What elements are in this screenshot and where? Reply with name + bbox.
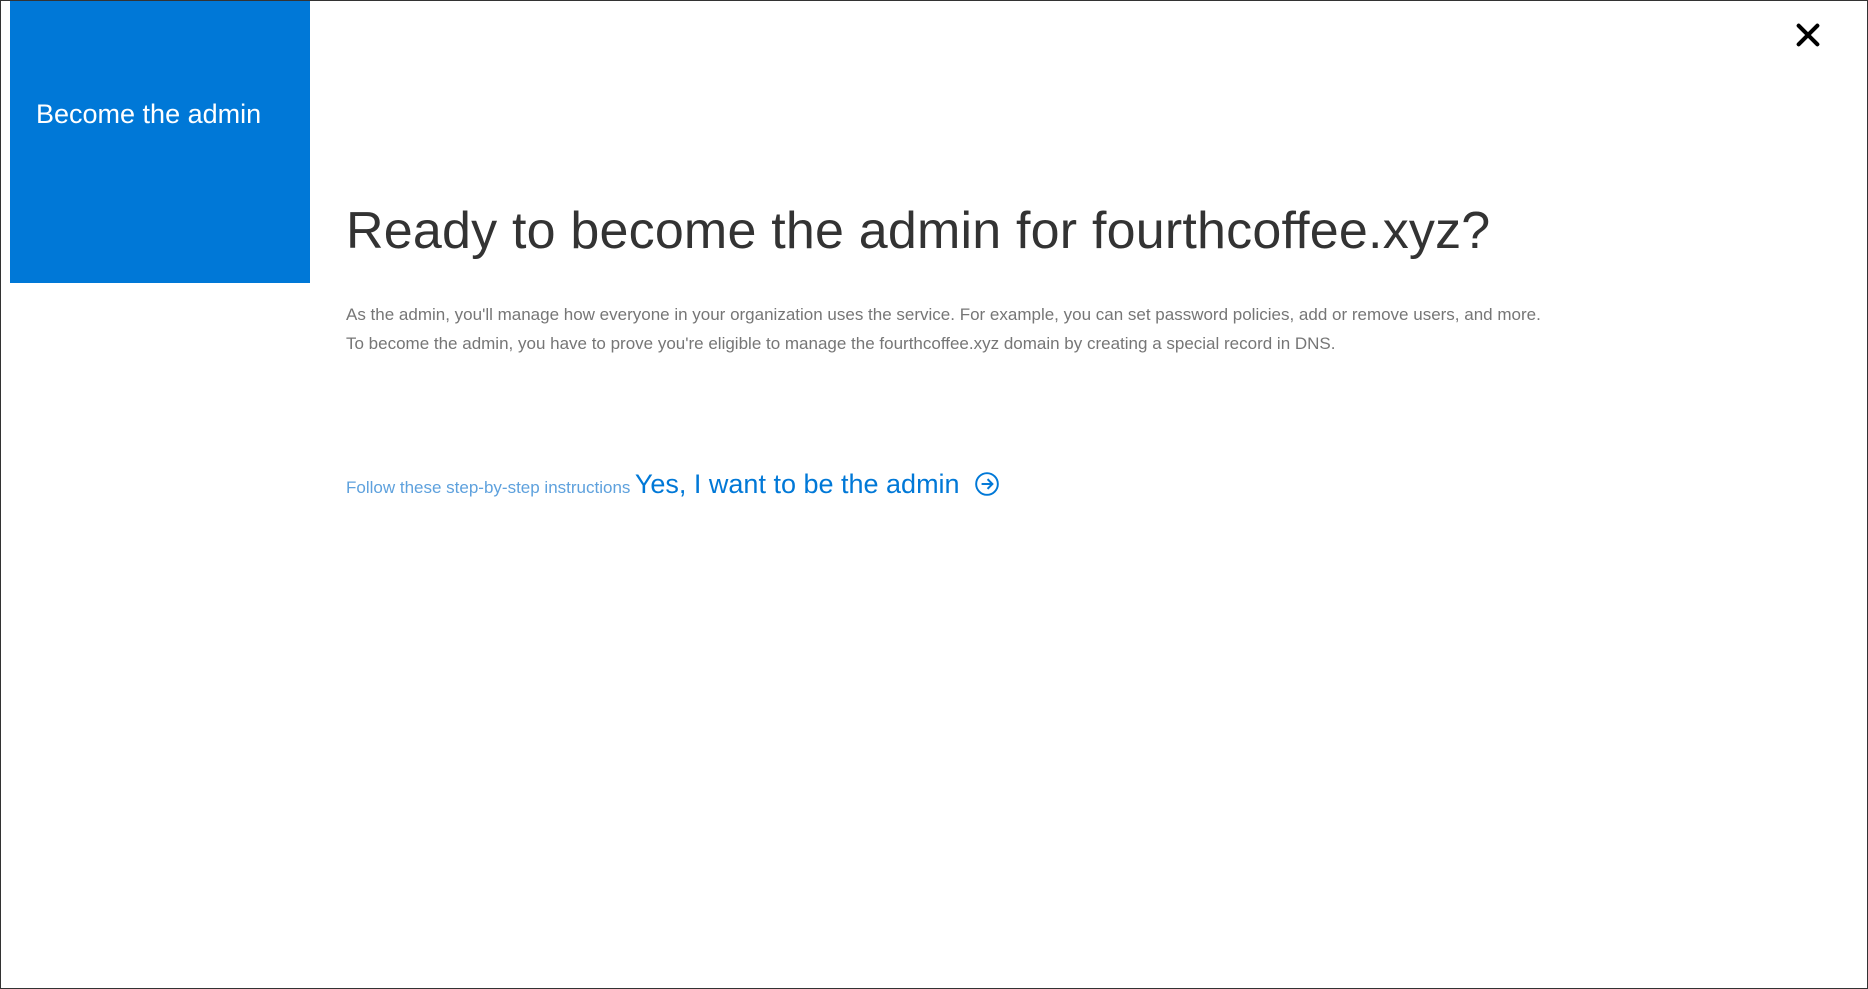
close-button[interactable] xyxy=(1794,21,1822,54)
arrow-right-circle-icon xyxy=(974,471,1000,497)
page-heading: Ready to become the admin for fourthcoff… xyxy=(346,201,1807,261)
body-paragraph-2: To become the admin, you have to prove y… xyxy=(346,330,1807,359)
instructions-link[interactable]: Follow these step-by-step instructions xyxy=(346,478,630,498)
body-paragraph-1: As the admin, you'll manage how everyone… xyxy=(346,301,1807,330)
content-area: Ready to become the admin for fourthcoff… xyxy=(346,201,1807,500)
confirm-admin-button[interactable]: Yes, I want to be the admin xyxy=(635,469,1000,500)
sidebar-tile: Become the admin xyxy=(10,1,310,283)
close-icon xyxy=(1794,21,1822,49)
sidebar-title: Become the admin xyxy=(36,99,261,130)
cta-label: Yes, I want to be the admin xyxy=(635,469,960,500)
